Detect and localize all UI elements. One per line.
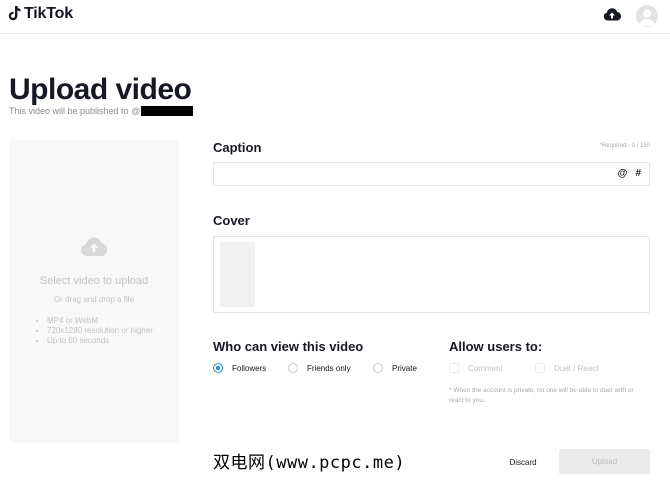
watermark-text: 双电网(www.pcpc.me) bbox=[213, 453, 406, 473]
select-video-text: Select video to upload bbox=[39, 275, 149, 287]
upload-button[interactable]: Upload bbox=[559, 449, 650, 474]
tiktok-note-icon bbox=[8, 6, 21, 21]
radio-icon bbox=[288, 363, 298, 373]
discard-button[interactable]: Discard bbox=[495, 451, 551, 473]
top-bar: TikTok bbox=[0, 0, 670, 34]
cover-selector bbox=[213, 236, 650, 313]
allow-option-label: Duet / React bbox=[554, 363, 599, 373]
publish-subtitle: This video will be published to @ bbox=[9, 106, 194, 116]
checkbox-icon bbox=[449, 363, 459, 373]
checkbox-icon bbox=[535, 363, 545, 373]
cover-label: Cover bbox=[213, 213, 250, 228]
mention-icon[interactable]: @ bbox=[618, 168, 628, 179]
caption-field[interactable]: @ # bbox=[213, 162, 650, 186]
profile-avatar[interactable] bbox=[636, 5, 658, 27]
video-upload-dropzone[interactable]: Select video to upload Or drag and drop … bbox=[9, 140, 179, 443]
radio-selected-icon bbox=[213, 363, 223, 373]
allow-label: Allow users to: bbox=[449, 339, 543, 354]
radio-icon bbox=[373, 363, 383, 373]
video-requirements: MP4 or WebM 720x1280 resolution or highe… bbox=[35, 316, 153, 346]
privacy-option-label: Followers bbox=[232, 363, 267, 373]
requirement-item: MP4 or WebM bbox=[47, 316, 153, 326]
brand-name: TikTok bbox=[24, 5, 73, 22]
privacy-option-followers[interactable]: Followers bbox=[213, 363, 266, 373]
privacy-option-label: Private bbox=[392, 363, 417, 373]
publish-subtitle-text: This video will be published to @ bbox=[9, 106, 141, 116]
caption-input[interactable] bbox=[218, 165, 612, 185]
upload-cloud-button[interactable] bbox=[603, 7, 622, 23]
allow-option-label: Comment bbox=[468, 363, 503, 373]
avatar-icon bbox=[639, 9, 655, 26]
cover-thumbnail[interactable] bbox=[220, 242, 255, 307]
page-title: Upload video bbox=[9, 73, 192, 106]
drag-drop-text: Or drag and drop a file bbox=[53, 295, 135, 304]
redacted-username bbox=[141, 106, 194, 116]
privacy-label: Who can view this video bbox=[213, 339, 364, 354]
privacy-option-label: Friends only bbox=[307, 363, 351, 373]
caption-tools: @ # bbox=[618, 168, 641, 179]
hashtag-icon[interactable]: # bbox=[635, 168, 641, 179]
cloud-upload-icon bbox=[80, 236, 108, 258]
privacy-option-private[interactable]: Private bbox=[373, 363, 417, 373]
privacy-option-friends[interactable]: Friends only bbox=[288, 363, 351, 373]
cloud-upload-icon bbox=[603, 8, 622, 21]
requirement-item: Up to 60 seconds bbox=[47, 336, 153, 346]
requirement-item: 720x1280 resolution or higher bbox=[47, 326, 153, 336]
allow-comment-checkbox[interactable]: Comment bbox=[449, 363, 503, 373]
caption-label: Caption bbox=[213, 140, 262, 155]
allow-duet-checkbox[interactable]: Duet / React bbox=[535, 363, 598, 373]
tiktok-logo[interactable]: TikTok bbox=[8, 5, 73, 23]
caption-char-count: *Required · 0 / 150 bbox=[599, 143, 650, 149]
privacy-note: * When the account is private, no one wi… bbox=[449, 387, 634, 404]
